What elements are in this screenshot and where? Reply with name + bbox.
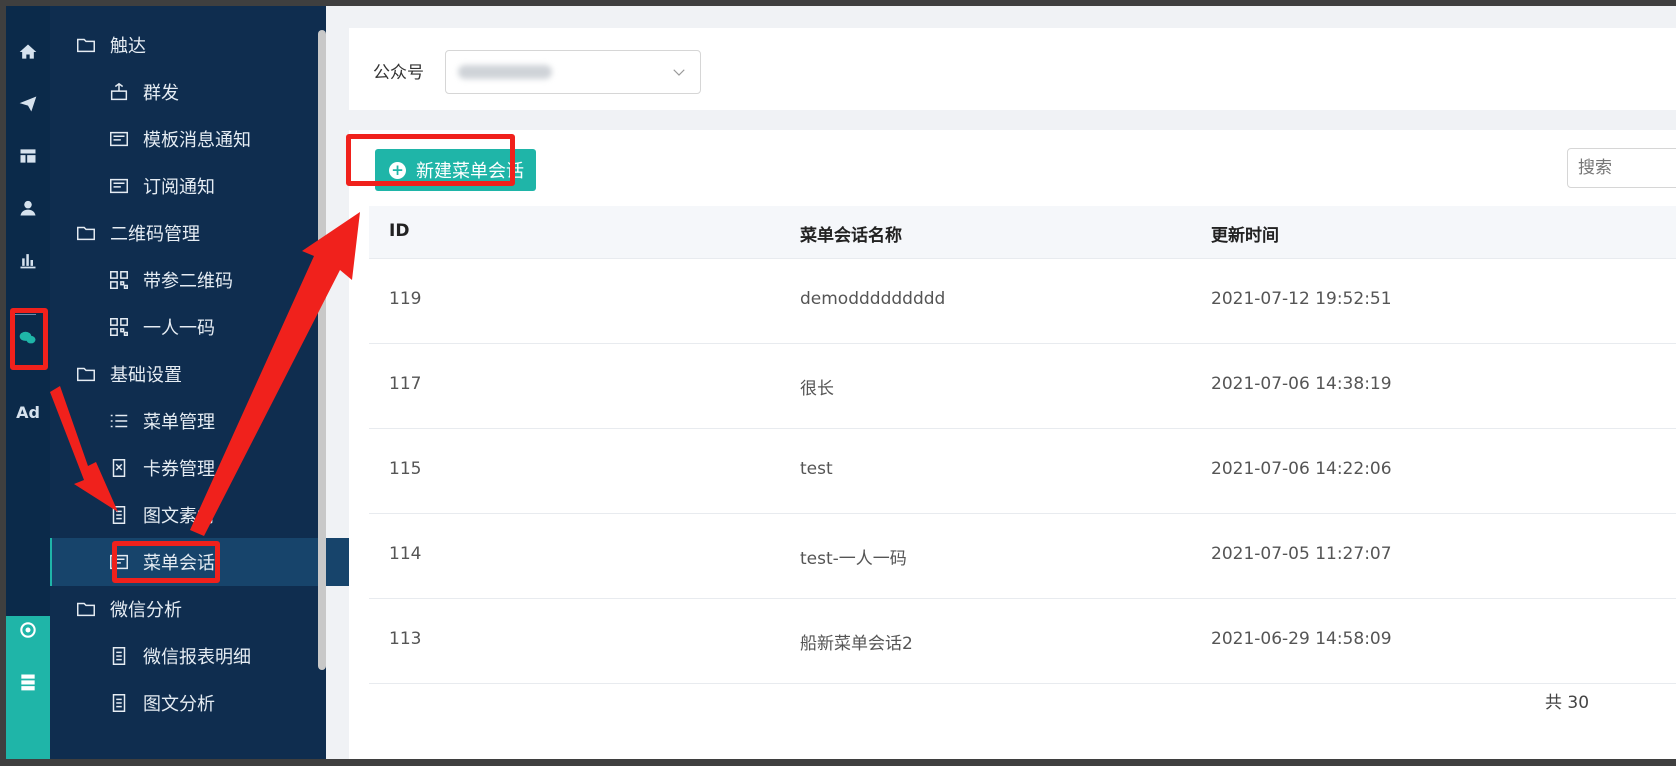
sidebar-group-qrcode[interactable]: 二维码管理 [50, 209, 350, 257]
app-window: Ad 触达 群发 模板消息通知 订阅通知 二维码管理 带参二维码 一人一码 基础… [6, 6, 1676, 759]
table-row[interactable]: 114 test-一人一码 2021-07-05 11:27:07 [369, 514, 1676, 599]
sidebar-item-label: 一人一码 [143, 318, 215, 339]
sidebar-item-article-analysis[interactable]: 图文分析 [50, 679, 383, 727]
sidebar-item-label: 订阅通知 [143, 177, 215, 198]
highlight-wechat-rail [10, 308, 48, 370]
layout-icon[interactable] [14, 142, 42, 170]
sidebar-item-one-person-code[interactable]: 一人一码 [50, 303, 383, 351]
folder-icon [74, 221, 98, 245]
column-header-updated: 更新时间 [1211, 226, 1279, 246]
sidebar-item-label: 二维码管理 [110, 224, 200, 245]
sidebar: 触达 群发 模板消息通知 订阅通知 二维码管理 带参二维码 一人一码 基础设置 [50, 6, 383, 759]
list-icon [107, 409, 131, 433]
cell-updated: 2021-07-12 19:52:51 [1211, 289, 1392, 309]
server-icon[interactable] [14, 668, 42, 696]
sidebar-item-subscription[interactable]: 订阅通知 [50, 162, 383, 210]
sidebar-item-label: 卡券管理 [143, 459, 215, 480]
ad-label[interactable]: Ad [12, 403, 44, 422]
blurred-account-value [458, 65, 552, 79]
sidebar-item-label: 微信分析 [110, 600, 182, 621]
document-icon [107, 503, 131, 527]
cell-updated: 2021-07-05 11:27:07 [1211, 544, 1392, 564]
column-header-id: ID [389, 221, 410, 241]
folder-icon [74, 362, 98, 386]
chevron-down-icon [670, 63, 688, 81]
cell-name: test [800, 459, 833, 479]
target-icon[interactable] [14, 616, 42, 644]
qrcode-icon [107, 268, 131, 292]
sidebar-item-param-qrcode[interactable]: 带参二维码 [50, 256, 383, 304]
coupon-icon [107, 456, 131, 480]
table-header: ID 菜单会话名称 更新时间 [369, 206, 1676, 259]
cell-id: 114 [389, 544, 422, 564]
sidebar-item-article-material[interactable]: 图文素材 [50, 491, 383, 539]
sidebar-item-menu-management[interactable]: 菜单管理 [50, 397, 383, 445]
column-header-name: 菜单会话名称 [800, 226, 902, 246]
home-icon[interactable] [14, 38, 42, 66]
cell-id: 113 [389, 629, 422, 649]
sidebar-item-template-message[interactable]: 模板消息通知 [50, 115, 383, 163]
template-icon [107, 174, 131, 198]
sidebar-item-broadcast[interactable]: 群发 [50, 68, 383, 116]
pagination-total: 共 30 [1545, 693, 1590, 713]
template-icon [107, 127, 131, 151]
cell-updated: 2021-06-29 14:58:09 [1211, 629, 1392, 649]
cell-id: 115 [389, 459, 422, 479]
sidebar-item-label: 群发 [143, 83, 179, 104]
cell-name: 船新菜单会话2 [800, 634, 913, 654]
sidebar-item-label: 图文分析 [143, 694, 215, 715]
table-row[interactable]: 113 船新菜单会话2 2021-06-29 14:58:09 [369, 599, 1676, 684]
cell-id: 117 [389, 374, 422, 394]
send-icon[interactable] [14, 90, 42, 118]
sidebar-item-label: 基础设置 [110, 365, 182, 386]
cell-name: demoddddddddd [800, 289, 946, 309]
document-icon [107, 644, 131, 668]
document-icon [107, 691, 131, 715]
table-row[interactable]: 119 demoddddddddd 2021-07-12 19:52:51 [369, 259, 1676, 344]
sidebar-scrollbar[interactable] [318, 30, 326, 670]
table-row[interactable]: 117 很长 2021-07-06 14:38:19 [369, 344, 1676, 429]
sidebar-group-wechat-analysis[interactable]: 微信分析 [50, 585, 350, 633]
rail-bottom-section [6, 616, 50, 759]
sidebar-item-coupon-management[interactable]: 卡券管理 [50, 444, 383, 492]
session-list-card: + 新建菜单会话 ID 菜单会话名称 更新时间 119 demodddddddd… [349, 130, 1676, 759]
sidebar-group-reach[interactable]: 触达 [50, 21, 350, 69]
sidebar-item-label: 菜单管理 [143, 412, 215, 433]
cell-name: test-一人一码 [800, 549, 907, 569]
sidebar-item-label: 图文素材 [143, 506, 215, 527]
cell-updated: 2021-07-06 14:38:19 [1211, 374, 1392, 394]
cell-id: 119 [389, 289, 422, 309]
broadcast-icon [107, 80, 131, 104]
sidebar-item-label: 微信报表明细 [143, 647, 251, 668]
icon-rail: Ad [6, 6, 50, 759]
folder-icon [74, 597, 98, 621]
search-input[interactable] [1567, 148, 1676, 188]
user-icon[interactable] [14, 194, 42, 222]
sidebar-item-label: 带参二维码 [143, 271, 233, 292]
highlight-menu-session [112, 541, 220, 583]
sidebar-item-wechat-report[interactable]: 微信报表明细 [50, 632, 383, 680]
highlight-new-button [346, 134, 515, 186]
cell-name: 很长 [800, 379, 834, 399]
cell-updated: 2021-07-06 14:22:06 [1211, 459, 1392, 479]
sidebar-item-label: 模板消息通知 [143, 130, 251, 151]
account-select[interactable] [445, 50, 701, 94]
folder-icon [74, 33, 98, 57]
sidebar-item-label: 触达 [110, 36, 146, 57]
table-row[interactable]: 115 test 2021-07-06 14:22:06 [369, 429, 1676, 514]
sidebar-group-basic-settings[interactable]: 基础设置 [50, 350, 350, 398]
bar-chart-icon[interactable] [14, 246, 42, 274]
filter-card: 公众号 [349, 28, 1676, 110]
qrcode-icon [107, 315, 131, 339]
account-label: 公众号 [373, 63, 424, 83]
